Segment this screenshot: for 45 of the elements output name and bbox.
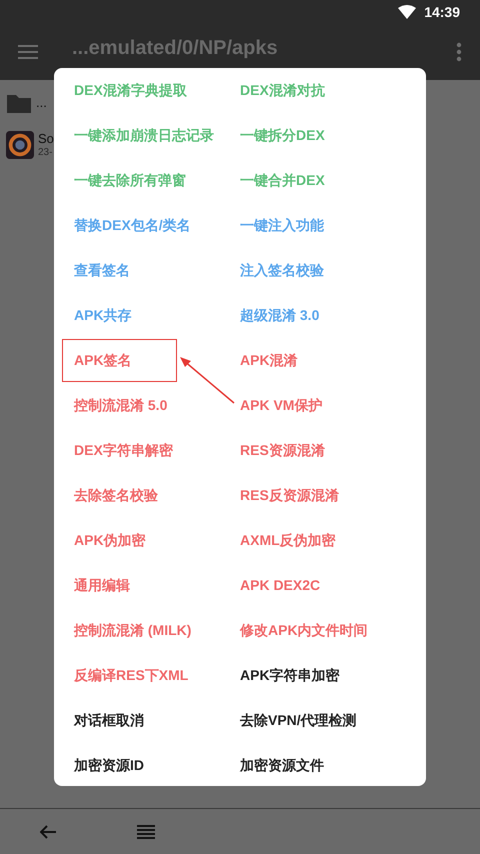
menu-item[interactable]: APK混淆 — [240, 350, 298, 371]
app-icon — [6, 131, 34, 159]
menu-item[interactable]: RES资源混淆 — [240, 440, 325, 461]
file-name: ... — [36, 94, 47, 112]
menu-item[interactable]: 一键注入功能 — [240, 215, 324, 236]
menu-item[interactable]: 一键合并DEX — [240, 170, 325, 191]
back-arrow-icon[interactable] — [40, 824, 56, 838]
menu-item[interactable]: 一键去除所有弹窗 — [74, 170, 186, 191]
more-icon[interactable] — [456, 42, 462, 62]
path-title: ...emulated/0/NP/apks — [72, 36, 279, 61]
menu-icon[interactable] — [18, 44, 38, 60]
menu-item[interactable]: DEX混淆对抗 — [240, 80, 325, 101]
menu-item[interactable]: 加密资源文件 — [240, 755, 324, 776]
menu-item[interactable]: 通用编辑 — [74, 575, 130, 596]
annotation-arrow — [179, 356, 235, 404]
wifi-icon — [398, 5, 416, 19]
menu-item[interactable]: 去除签名校验 — [74, 485, 158, 506]
menu-item[interactable]: 控制流混淆 5.0 — [74, 395, 168, 416]
menu-item[interactable]: 一键添加崩溃日志记录 — [74, 125, 214, 146]
file-name: So — [38, 130, 54, 147]
menu-item[interactable]: APK DEX2C — [240, 575, 320, 596]
menu-item[interactable]: 一键拆分DEX — [240, 125, 325, 146]
menu-item[interactable]: 加密资源ID — [74, 755, 144, 776]
menu-item[interactable]: APK伪加密 — [74, 530, 146, 551]
folder-icon — [6, 92, 32, 114]
menu-item[interactable]: 替换DEX包名/类名 — [74, 215, 191, 236]
menu-item[interactable]: 修改APK内文件时间 — [240, 620, 368, 641]
menu-item[interactable]: 超级混淆 3.0 — [240, 305, 320, 326]
list-icon[interactable] — [137, 824, 155, 838]
menu-item[interactable]: DEX混淆字典提取 — [74, 80, 187, 101]
menu-item[interactable]: AXML反伪加密 — [240, 530, 336, 551]
menu-item[interactable]: 控制流混淆 (MILK) — [74, 620, 192, 641]
file-date: 23- — [38, 146, 54, 160]
status-time: 14:39 — [424, 2, 460, 22]
menu-item[interactable]: 对话框取消 — [74, 710, 144, 731]
menu-item[interactable]: 去除VPN/代理检测 — [240, 710, 357, 731]
menu-item[interactable]: DEX字符串解密 — [74, 440, 173, 461]
menu-item[interactable]: 注入签名校验 — [240, 260, 324, 281]
menu-item[interactable]: RES反资源混淆 — [240, 485, 339, 506]
menu-item[interactable]: APK签名 — [62, 339, 177, 382]
menu-item[interactable]: APK共存 — [74, 305, 132, 326]
menu-item[interactable]: APK字符串加密 — [240, 665, 340, 686]
menu-item[interactable]: APK VM保护 — [240, 395, 322, 416]
menu-item[interactable]: 查看签名 — [74, 260, 130, 281]
menu-item[interactable]: 反编译RES下XML — [74, 665, 188, 686]
